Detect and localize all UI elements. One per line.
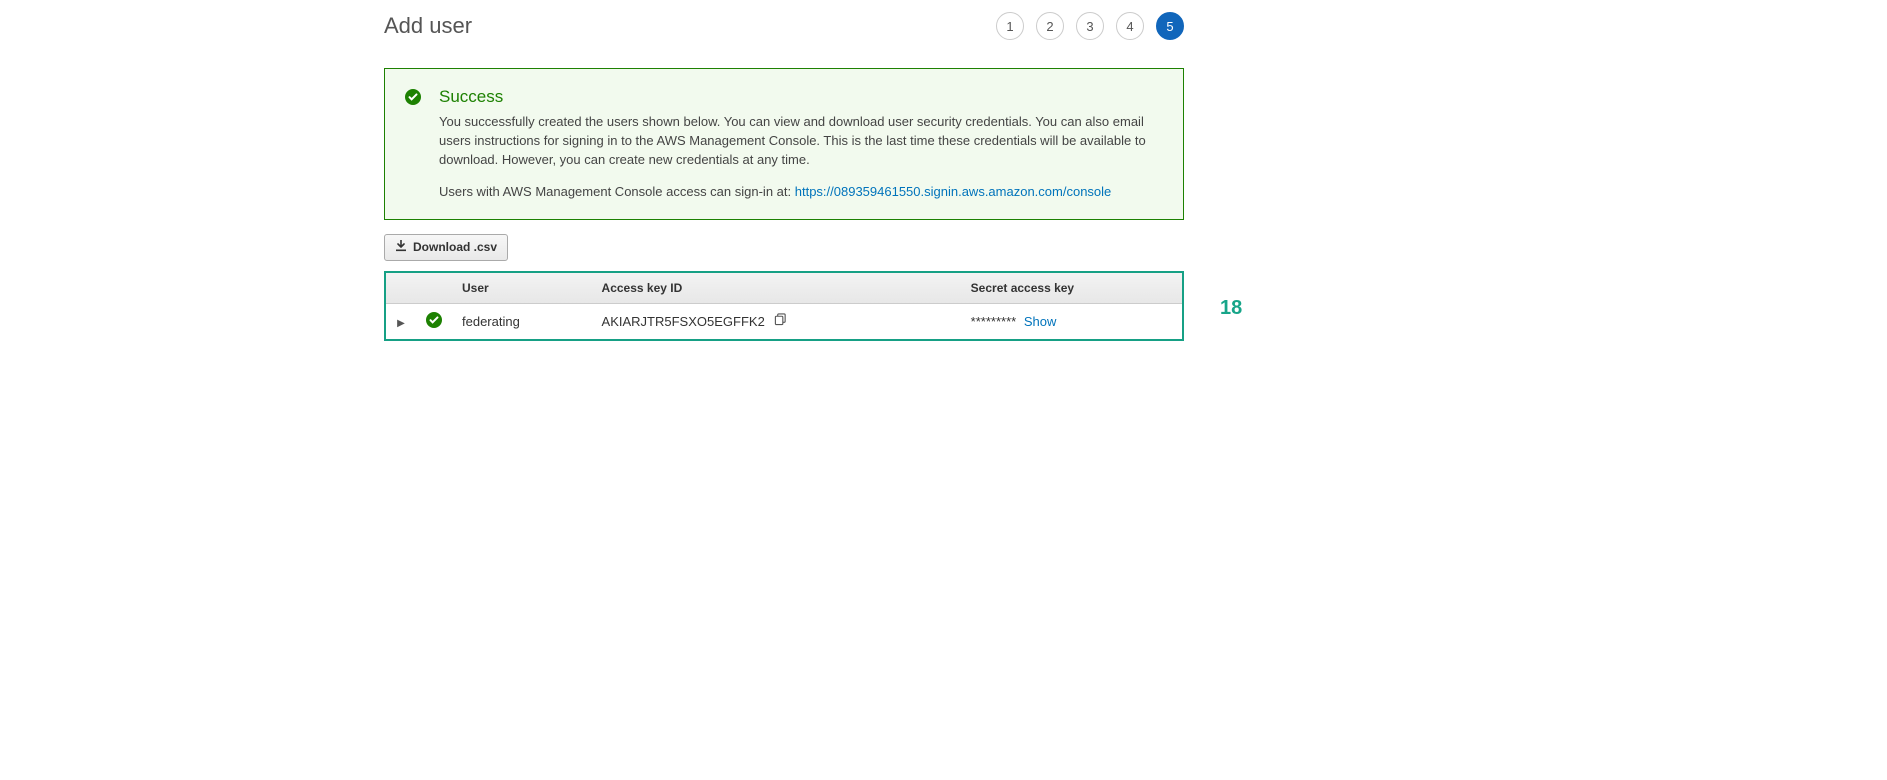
page-title: Add user	[384, 13, 472, 39]
cell-access-key: AKIARJTR5FSXO5EGFFK2	[602, 314, 765, 329]
download-csv-label: Download .csv	[413, 240, 497, 254]
col-accesskey-header: Access key ID	[592, 273, 961, 304]
success-check-icon	[405, 89, 421, 199]
expand-row-icon[interactable]: ▶	[397, 318, 405, 329]
download-csv-button[interactable]: Download .csv	[384, 234, 508, 261]
users-table-highlight: User Access key ID Secret access key ▶ f…	[384, 271, 1184, 341]
cell-secret-mask: *********	[971, 314, 1017, 329]
success-signin-text: Users with AWS Management Console access…	[439, 184, 1163, 199]
users-table: User Access key ID Secret access key ▶ f…	[386, 273, 1182, 339]
success-title: Success	[439, 87, 1163, 107]
download-icon	[395, 240, 407, 255]
table-row: ▶ federating AKIARJTR5FSXO5EGFFK2	[386, 303, 1182, 339]
step-4: 4	[1116, 12, 1144, 40]
step-3: 3	[1076, 12, 1104, 40]
col-user-header: User	[452, 273, 592, 304]
signin-prefix: Users with AWS Management Console access…	[439, 184, 795, 199]
cell-user: federating	[452, 303, 592, 339]
signin-url-link[interactable]: https://089359461550.signin.aws.amazon.c…	[795, 184, 1112, 199]
col-expand-header	[386, 273, 416, 304]
col-secret-header: Secret access key	[961, 273, 1182, 304]
step-1: 1	[996, 12, 1024, 40]
wizard-steps: 1 2 3 4 5	[996, 12, 1184, 40]
col-status-header	[416, 273, 452, 304]
step-2: 2	[1036, 12, 1064, 40]
success-body: You successfully created the users shown…	[439, 113, 1163, 170]
success-banner: Success You successfully created the use…	[384, 68, 1184, 220]
row-success-icon	[426, 315, 442, 331]
step-5: 5	[1156, 12, 1184, 40]
callout-annotation: 18	[1220, 297, 1242, 320]
copy-access-key-icon[interactable]	[774, 313, 787, 329]
show-secret-link[interactable]: Show	[1024, 314, 1057, 329]
